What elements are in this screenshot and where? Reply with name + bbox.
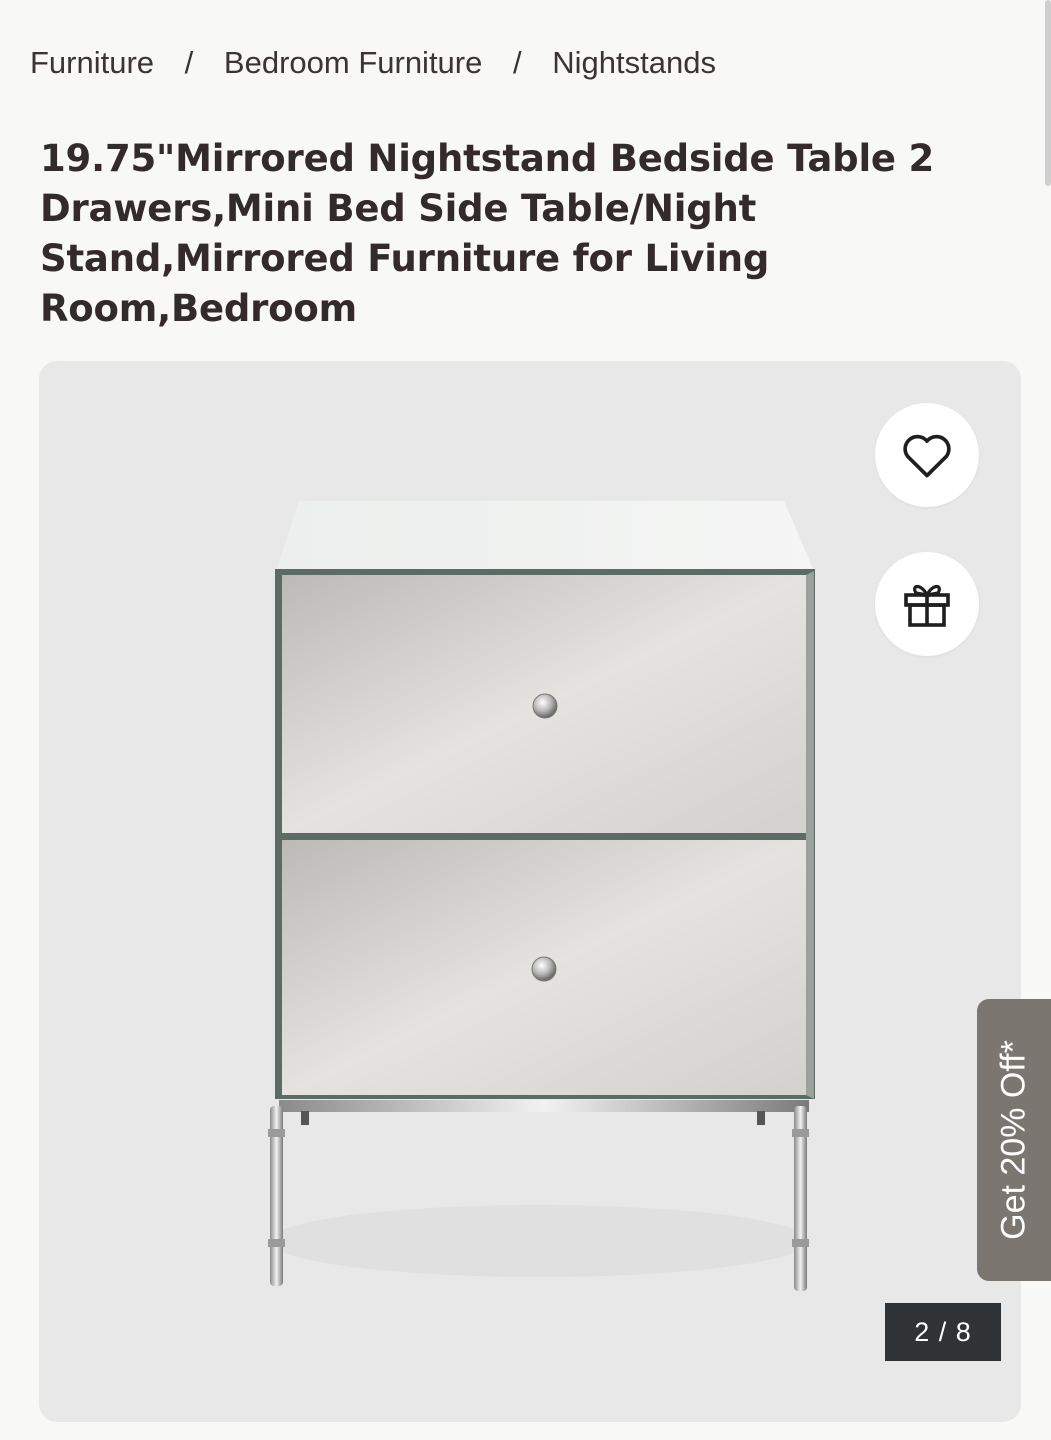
promo-tab[interactable]: Get 20% Off* bbox=[977, 999, 1051, 1281]
heart-icon bbox=[903, 434, 951, 478]
wishlist-button[interactable] bbox=[875, 403, 979, 507]
product-gallery[interactable]: 2 / 8 bbox=[39, 361, 1021, 1422]
promo-label: Get 20% Off* bbox=[994, 1040, 1033, 1240]
breadcrumb: Furniture / Bedroom Furniture / Nightsta… bbox=[30, 45, 716, 81]
breadcrumb-separator: / bbox=[513, 45, 522, 80]
image-counter: 2 / 8 bbox=[885, 1303, 1001, 1361]
breadcrumb-separator: / bbox=[184, 45, 194, 80]
gift-button[interactable] bbox=[875, 552, 979, 656]
breadcrumb-item-furniture[interactable]: Furniture bbox=[30, 45, 154, 80]
breadcrumb-item-bedroom-furniture[interactable]: Bedroom Furniture bbox=[224, 45, 482, 80]
product-image bbox=[268, 501, 815, 1291]
breadcrumb-item-nightstands[interactable]: Nightstands bbox=[552, 45, 716, 80]
page-scrollbar[interactable] bbox=[1045, 0, 1051, 186]
gift-icon bbox=[904, 584, 950, 627]
product-title: 19.75"Mirrored Nightstand Bedside Table … bbox=[40, 137, 935, 330]
